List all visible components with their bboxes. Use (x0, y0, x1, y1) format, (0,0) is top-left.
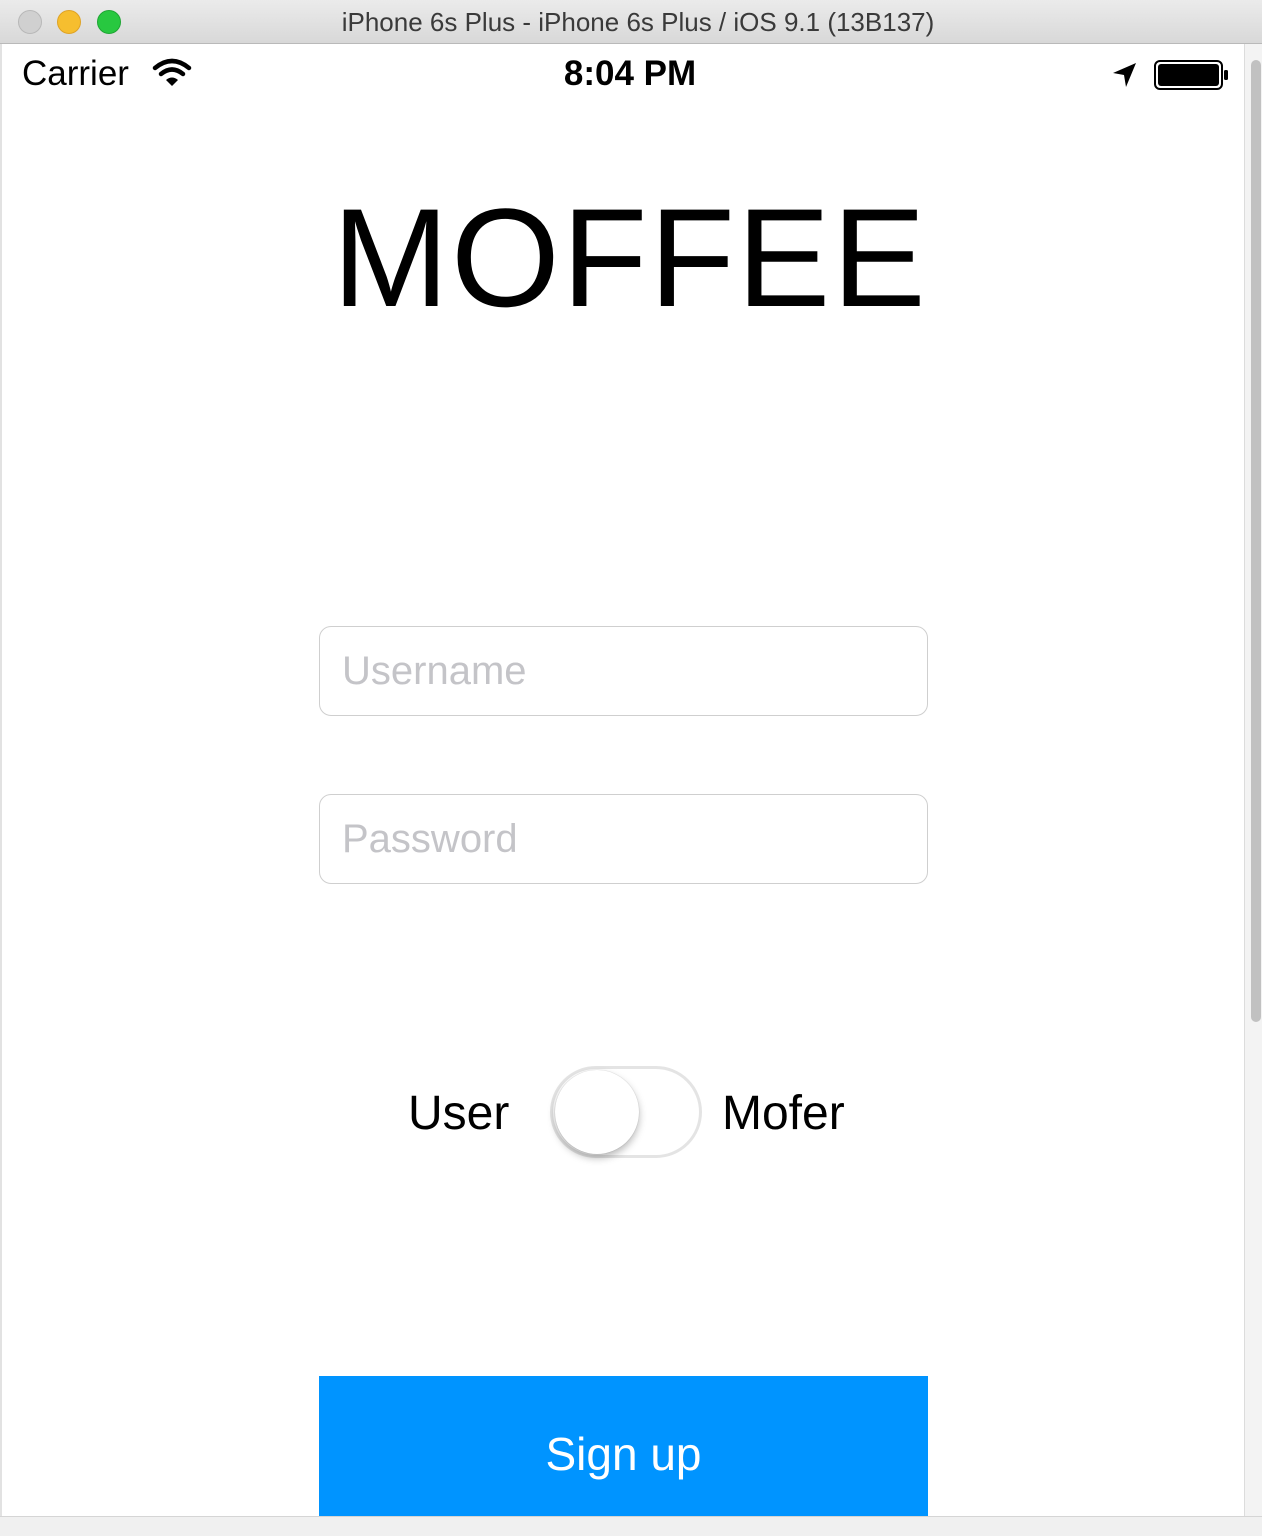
status-clock: 8:04 PM (563, 54, 697, 93)
toggle-knob[interactable] (555, 1070, 639, 1154)
window-title: iPhone 6s Plus - iPhone 6s Plus / iOS 9.… (341, 7, 935, 37)
device-screen: Carrier 8:04 PM MOFFEE User Mofer Sign u (0, 44, 1244, 1516)
user-role-label: User (408, 1087, 510, 1140)
battery-icon (1154, 60, 1228, 90)
location-arrow-icon (1113, 63, 1136, 87)
title-bar: iPhone 6s Plus - iPhone 6s Plus / iOS 9.… (0, 0, 1262, 44)
app-logo: MOFFEE (332, 179, 928, 336)
role-toggle-switch[interactable] (550, 1066, 702, 1158)
username-input[interactable] (320, 627, 927, 715)
username-field[interactable] (319, 626, 928, 716)
window-bottom-edge (0, 1516, 1262, 1536)
password-field[interactable] (319, 794, 928, 884)
scrollbar-thumb[interactable] (1251, 60, 1261, 1022)
signup-button[interactable]: Sign up (319, 1376, 928, 1516)
simulator-window: iPhone 6s Plus - iPhone 6s Plus / iOS 9.… (0, 0, 1262, 1536)
password-input[interactable] (320, 795, 927, 883)
mofer-role-label: Mofer (722, 1087, 845, 1140)
